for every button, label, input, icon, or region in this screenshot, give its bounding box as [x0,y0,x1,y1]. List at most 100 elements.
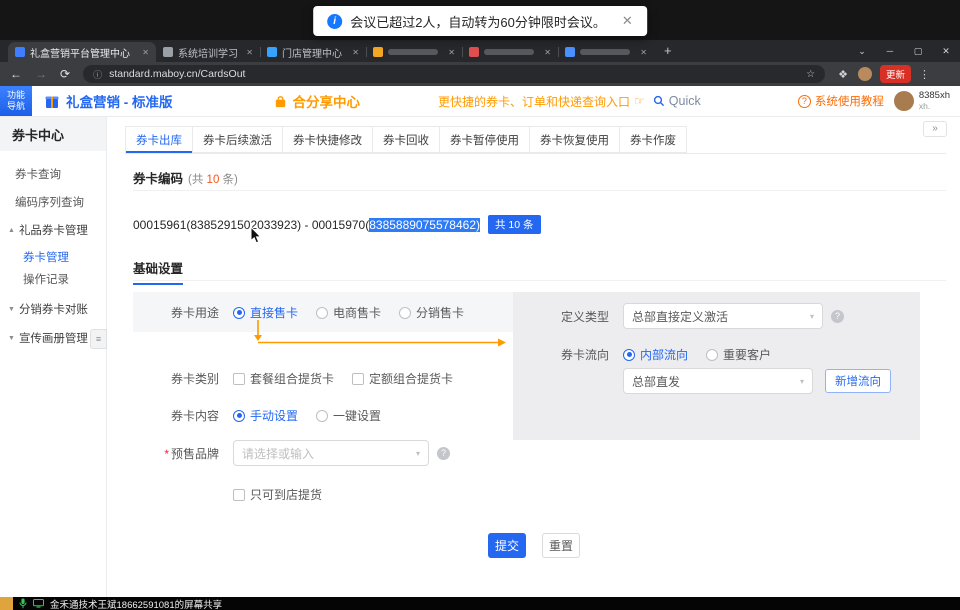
sidebar-item-label: 券卡查询 [15,166,61,182]
submit-button[interactable]: 提交 [488,533,526,558]
row-presale-brand: *预售品牌 请选择或输入 ▾ ? [160,440,450,466]
function-nav-button[interactable]: 功能 导航 [0,86,32,116]
radio-important-customer[interactable]: 重要客户 [706,346,771,363]
new-tab-button[interactable]: + [664,43,672,58]
sidebar-group-distribution-card-reconcile[interactable]: ▼ 分销券卡对账 [0,298,106,320]
row-define-type: 定义类型 总部直接定义激活 ▾ ? [557,303,844,329]
share-center-link[interactable]: 合分享中心 [293,91,361,111]
user-avatar[interactable] [894,91,914,111]
caret-up-icon: ▲ [8,227,15,234]
pointer-icon: ☞ [634,94,645,108]
browser-tab-5[interactable]: ✕ [462,42,558,62]
tab-card-void[interactable]: 券卡作废 [620,126,687,153]
tab-card-later-activate[interactable]: 券卡后续激活 [193,126,283,153]
tab-card-suspend[interactable]: 券卡暂停使用 [440,126,530,153]
browser-tab-3[interactable]: 门店管理中心 ✕ [260,42,366,62]
browser-profile-avatar[interactable] [858,67,872,81]
brand-select[interactable]: 请选择或输入 ▾ [233,440,429,466]
tab-card-recycle[interactable]: 券卡回收 [373,126,440,153]
menu-icon: ≡ [96,334,101,344]
reset-button[interactable]: 重置 [542,533,580,558]
tab-card-quick-edit[interactable]: 券卡快捷修改 [283,126,373,153]
forward-button[interactable]: → [35,67,47,81]
caret-down-icon: ▼ [8,335,15,342]
radio-ecommerce-sale[interactable]: 电商售卡 [316,304,381,321]
tab-close-icon[interactable]: ✕ [137,48,149,57]
define-type-select[interactable]: 总部直接定义激活 ▾ [623,303,823,329]
tab-close-icon[interactable]: ✕ [443,48,455,57]
maximize-button[interactable]: ▢ [904,46,932,57]
sidebar-item-label: 券卡管理 [23,249,69,265]
user-name: 8385xh [919,91,950,102]
back-button[interactable]: ← [10,67,22,81]
browser-toolbar: ← → ⟳ ⓘ standard.maboy.cn/CardsOut ☆ ❖ 更… [0,62,960,86]
browser-menu-icon[interactable]: ⋮ [919,68,930,81]
tab-close-icon[interactable]: ✕ [347,48,359,57]
card-code-range: 00015961(8385291502033923) - 00015970(83… [133,215,541,234]
sidebar-item-label: 宣传画册管理 [19,330,88,346]
user-sub: xh. [919,102,950,112]
toast-close-icon[interactable]: ✕ [622,13,633,29]
browser-tab-2[interactable]: 系统培训学习 ✕ [156,42,260,62]
tab-close-icon[interactable]: ✕ [539,48,551,57]
radio-label: 直接售卡 [250,304,298,321]
radio-distribution-sale[interactable]: 分销售卡 [399,304,464,321]
section-title-card-codes: 券卡编码(共 10 条) [133,168,238,187]
bookmark-star-icon[interactable]: ☆ [806,69,815,80]
checkbox-store-pickup-only[interactable]: 只可到店提货 [233,486,322,503]
row-card-usage: 券卡用途 直接售卡 电商售卡 分销售卡 [167,304,482,321]
tutorial-link[interactable]: 系统使用教程 [815,93,884,109]
help-icon[interactable]: ? [437,447,450,460]
sidebar-item-card-query[interactable]: 券卡查询 [0,163,106,185]
row-card-category: 券卡类别 套餐组合提货卡 定额组合提货卡 [167,370,471,387]
tab-close-icon[interactable]: ✕ [635,48,647,57]
radio-direct-sale[interactable]: 直接售卡 [233,304,298,321]
reload-button[interactable]: ⟳ [60,67,70,81]
sidebar-item-code-sequence-query[interactable]: 编码序列查询 [0,191,106,213]
quick-search-icon [653,95,665,107]
info-icon: i [327,14,342,29]
radio-one-click-setup[interactable]: 一键设置 [316,407,381,424]
radio-label: 电商售卡 [333,304,381,321]
select-value: 总部直接定义激活 [632,308,728,325]
divider [133,280,946,281]
chevron-down-icon[interactable]: ⌄ [848,46,876,57]
checkbox-fixed-combo-pickup-card[interactable]: 定额组合提货卡 [352,370,453,387]
count-suffix: 条) [219,174,238,186]
add-flow-button[interactable]: 新增流向 [825,369,891,393]
chevron-down-icon: ▾ [792,377,804,386]
extensions-icon[interactable]: ❖ [838,68,848,81]
favicon [565,47,575,57]
radio-label: 重要客户 [723,346,771,363]
close-button[interactable]: ✕ [932,46,960,57]
tab-card-outbound[interactable]: 券卡出库 [125,126,193,153]
mouse-cursor [250,226,264,246]
browser-update-button[interactable]: 更新 [880,65,911,83]
collapse-panel-button[interactable]: » [923,121,947,137]
browser-tab-4[interactable]: ✕ [366,42,462,62]
promo-text: 更快捷的券卡、订单和快递查询入口 [438,93,630,110]
tab-card-resume[interactable]: 券卡恢复使用 [530,126,620,153]
checkbox-combo-pickup-card[interactable]: 套餐组合提货卡 [233,370,334,387]
browser-tab-6[interactable]: ✕ [558,42,654,62]
sidebar-item-operation-log[interactable]: 操作记录 [0,268,106,290]
nav-button-line2: 导航 [7,101,25,112]
radio-internal-flow[interactable]: 内部流向 [623,346,688,363]
help-icon[interactable]: ? [831,310,844,323]
minimize-button[interactable]: ─ [876,46,904,56]
sidebar-item-card-management[interactable]: 券卡管理 [0,246,106,268]
tab-close-icon[interactable]: ✕ [241,48,253,57]
radio-label: 分销售卡 [416,304,464,321]
sidebar-group-gift-card-management[interactable]: ▲ 礼品券卡管理 [0,219,106,241]
toast-message: 会议已超过2人，自动转为60分钟限时会议。 [350,12,606,31]
browser-tab-strip: 礼盒营销平台管理中心 ✕ 系统培训学习 ✕ 门店管理中心 ✕ ✕ ✕ ✕ + ⌄… [0,40,960,62]
site-info-icon[interactable]: ⓘ [93,68,102,81]
quick-link[interactable]: Quick [669,94,701,108]
browser-tab-1[interactable]: 礼盒营销平台管理中心 ✕ [8,42,156,62]
sidebar-collapse-toggle[interactable]: ≡ [90,329,107,349]
flow-target-select[interactable]: 总部直发 ▾ [623,368,813,394]
radio-manual-setup[interactable]: 手动设置 [233,407,298,424]
address-bar[interactable]: ⓘ standard.maboy.cn/CardsOut ☆ [83,65,825,83]
form-label: 券卡用途 [167,304,219,321]
screen-share-icon [33,599,44,608]
